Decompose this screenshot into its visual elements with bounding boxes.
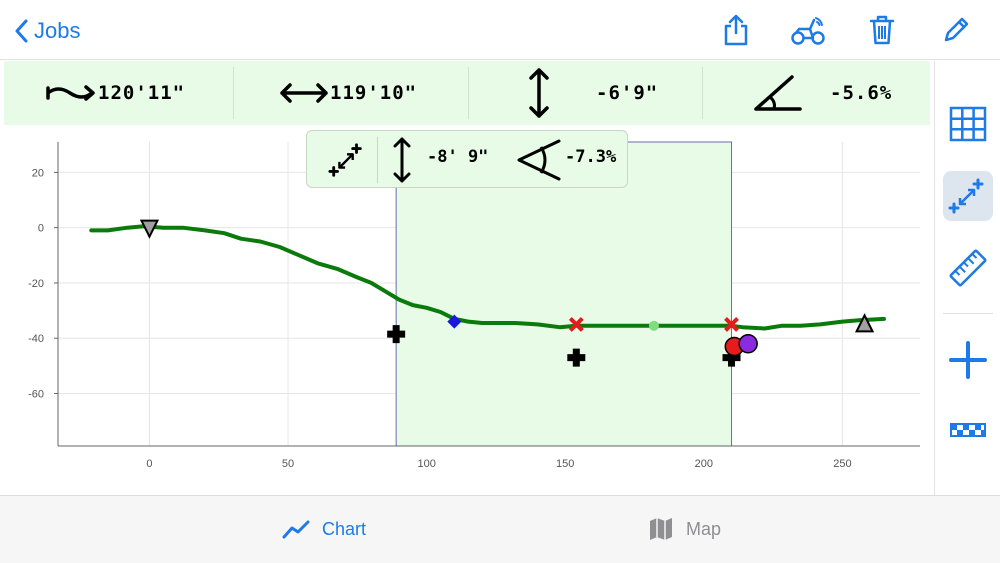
share-icon[interactable] [718, 12, 754, 48]
slope-value-wrap: -5.6% [830, 61, 892, 125]
dot-marker [738, 333, 758, 354]
horizontal-distance-cell: 119'10" [278, 61, 417, 125]
selection-panel: -8' 9" -7.3% [306, 130, 628, 188]
dashed-line-icon[interactable] [943, 405, 993, 455]
vertical-change-value: -6'9" [596, 82, 659, 104]
path-length-value: 120'11" [98, 82, 186, 104]
vertical-arrow-icon [393, 137, 411, 183]
ruler-icon[interactable] [943, 243, 993, 293]
chevron-left-icon [15, 19, 28, 43]
horizontal-arrow-icon [280, 83, 328, 103]
y-tick-label: -60 [28, 388, 44, 400]
path-length-cell: 120'11" [44, 61, 185, 125]
tab-bar: Chart Map [0, 495, 1000, 563]
x-tick-label: 200 [695, 458, 713, 470]
x-tick-label: 50 [282, 458, 294, 470]
x-tick-label: 150 [556, 458, 574, 470]
back-button[interactable]: Jobs [14, 14, 80, 48]
angle-icon [754, 75, 802, 111]
line-chart-icon [282, 520, 310, 539]
y-tick-label: 20 [32, 167, 44, 179]
selection-angle-value: -7.3% [565, 147, 617, 167]
tab-map[interactable]: Map [648, 514, 721, 544]
trash-icon[interactable] [864, 12, 900, 48]
slope-value: -5.6% [830, 82, 893, 104]
vertical-change-cell [526, 61, 552, 125]
x-tick-label: 100 [417, 458, 435, 470]
measure-icon[interactable] [943, 171, 993, 221]
measure-icon [328, 143, 362, 177]
vertical-arrow-icon [529, 68, 549, 118]
y-tick-label: 0 [38, 223, 44, 235]
y-tick-label: -40 [28, 333, 44, 345]
horizontal-distance-value: 119'10" [330, 82, 418, 104]
map-icon [650, 518, 672, 540]
right-toolbar [934, 61, 1000, 495]
slope-cell [752, 61, 804, 125]
vertical-change-value-wrap: -6'9" [596, 61, 658, 125]
navigation-bar: Jobs [0, 0, 1000, 60]
wavy-arrow-icon [46, 85, 95, 101]
measurement-bar: 120'11" 119'10" -6'9" -5.6% [4, 61, 930, 125]
angle-icon [517, 139, 561, 181]
x-tick-label: 250 [833, 458, 851, 470]
add-icon[interactable] [943, 335, 993, 385]
tractor-icon[interactable] [790, 12, 826, 48]
tab-chart-label: Chart [322, 518, 367, 539]
pencil-icon[interactable] [938, 12, 974, 48]
grid-icon[interactable] [943, 99, 993, 149]
tab-chart[interactable]: Chart [282, 514, 366, 544]
tab-map-label: Map [686, 518, 722, 539]
back-label: Jobs [34, 18, 81, 43]
selection-vertical-value: -8' 9" [427, 147, 489, 167]
gap-midpoint [648, 320, 659, 331]
x-tick-label: 0 [146, 458, 152, 470]
y-tick-label: -20 [28, 278, 44, 290]
